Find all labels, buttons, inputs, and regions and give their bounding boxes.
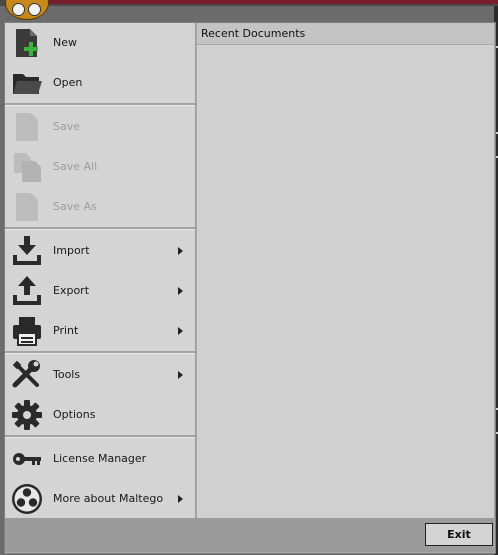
menu-item-label: License Manager xyxy=(53,452,147,465)
maltego-logo-icon xyxy=(12,484,42,514)
title-bar-accent xyxy=(30,0,498,4)
menu-item-print[interactable]: Print xyxy=(5,311,195,351)
folder-icon xyxy=(13,74,42,94)
menu-item-label: Save As xyxy=(53,200,97,213)
menu-separator xyxy=(5,227,195,230)
menu-item-options[interactable]: Options xyxy=(5,395,195,435)
new-document-icon xyxy=(16,29,38,57)
menu-separator xyxy=(5,435,195,438)
gear-icon xyxy=(12,400,42,430)
menu-item-tools[interactable]: Tools xyxy=(5,355,195,395)
application-menu-button[interactable] xyxy=(5,0,49,20)
menu-item-save-all[interactable]: Save All xyxy=(5,147,195,187)
menu-item-open[interactable]: Open xyxy=(5,63,195,103)
menu-item-label: Save xyxy=(53,120,81,133)
menu-item-save[interactable]: Save xyxy=(5,107,195,147)
menu-item-save-as[interactable]: Save As xyxy=(5,187,195,227)
menu-separator xyxy=(5,103,195,106)
menu-item-more-about-maltego[interactable]: More about Maltego xyxy=(5,479,195,519)
menu-item-license-manager[interactable]: License Manager xyxy=(5,439,195,479)
menu-item-label: Print xyxy=(53,324,79,337)
save-as-icon xyxy=(16,193,38,221)
submenu-arrow-icon xyxy=(178,371,183,379)
menu-footer: Exit xyxy=(5,518,494,552)
save-all-icon xyxy=(14,153,41,182)
menu-item-label: Tools xyxy=(53,368,81,381)
submenu-arrow-icon xyxy=(178,287,183,295)
menu-item-label: New xyxy=(53,36,77,49)
wrench-screwdriver-icon xyxy=(12,360,40,388)
menu-item-label: Options xyxy=(53,408,96,421)
exit-button[interactable]: Exit xyxy=(425,523,493,546)
menu-commands-panel: New Open Save Save All Save As Import Ex… xyxy=(5,23,196,518)
export-icon xyxy=(13,276,41,305)
menu-item-import[interactable]: Import xyxy=(5,231,195,271)
import-icon xyxy=(13,236,41,265)
menu-item-label: Export xyxy=(53,284,90,297)
submenu-arrow-icon xyxy=(178,327,183,335)
menu-item-label: Import xyxy=(53,244,90,257)
printer-icon xyxy=(13,317,41,346)
menu-item-label: More about Maltego xyxy=(53,492,164,505)
menu-item-export[interactable]: Export xyxy=(5,271,195,311)
recent-documents-title: Recent Documents xyxy=(197,23,494,45)
menu-item-new[interactable]: New xyxy=(5,23,195,63)
menu-item-label: Save All xyxy=(53,160,98,173)
submenu-arrow-icon xyxy=(178,495,183,503)
save-document-icon xyxy=(16,113,38,141)
logo-dot xyxy=(12,3,25,16)
recent-documents-panel: Recent Documents xyxy=(197,23,494,518)
logo-dot xyxy=(28,3,41,16)
submenu-arrow-icon xyxy=(178,247,183,255)
window-top-bar xyxy=(0,0,498,6)
menu-item-label: Open xyxy=(53,76,83,89)
menu-separator xyxy=(5,351,195,354)
key-icon xyxy=(13,453,41,465)
